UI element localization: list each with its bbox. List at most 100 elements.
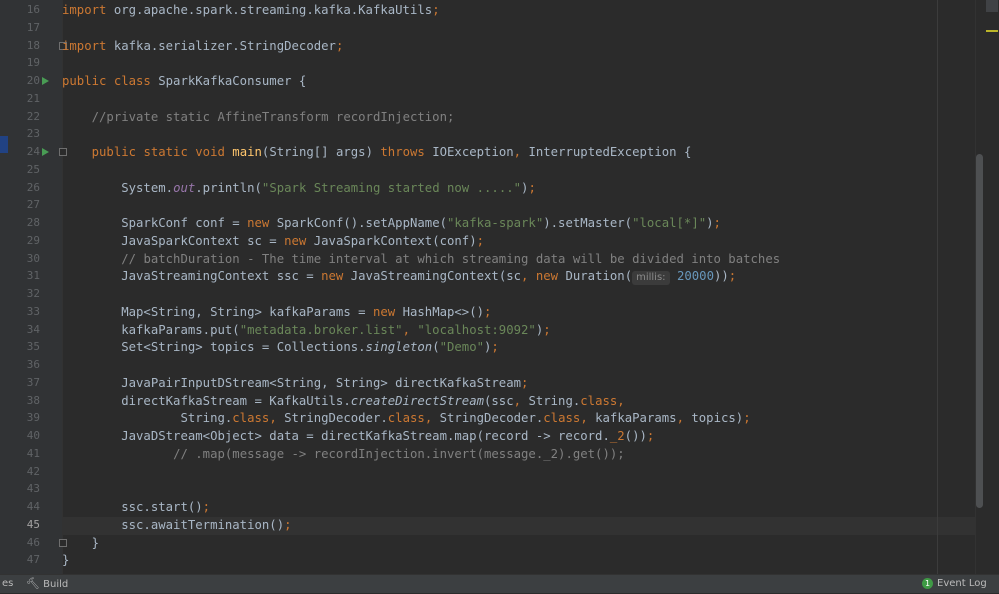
code-token: 20000 <box>676 269 714 284</box>
code-line[interactable]: import kafka.serializer.StringDecoder; <box>62 37 343 55</box>
code-token: , <box>521 269 536 284</box>
code-token: , <box>617 393 625 408</box>
code-token: StringDecoder. <box>439 411 544 426</box>
code-token: ; <box>284 517 292 532</box>
inspection-indicator[interactable] <box>986 0 998 12</box>
code-token: Map<String, String> kafkaParams = <box>62 304 373 319</box>
code-token: , <box>513 145 529 159</box>
code-token: ; <box>543 322 551 337</box>
code-line[interactable]: System.out.println("Spark Streaming star… <box>62 179 536 197</box>
code-token: "localhost:9092" <box>417 322 536 337</box>
code-token: import <box>62 3 114 17</box>
line-number: 26 <box>26 180 40 194</box>
run-gutter-icon[interactable] <box>42 148 49 156</box>
code-token: , <box>513 393 529 408</box>
code-token: import <box>62 38 114 53</box>
code-token: ).setMaster( <box>543 216 633 230</box>
line-number: 17 <box>26 20 40 34</box>
code-token: , <box>676 411 692 426</box>
line-number-gutter: 16 17 18 19 20 21 22 23 24 25 26 27 28 29 30 31 32 33 34 35… <box>8 0 67 574</box>
code-token: new <box>247 216 277 230</box>
code-token: Set<String> topics = Collections. <box>62 340 366 355</box>
line-number: 30 <box>26 251 40 265</box>
code-line[interactable]: Set<String> topics = Collections.singlet… <box>62 338 499 356</box>
code-token: org.apache.spark.streaming.kafka.KafkaUt… <box>113 3 433 17</box>
code-line[interactable]: // .map(message -> recordInjection.inver… <box>62 445 625 463</box>
event-log-tab[interactable]: 1 Event Log <box>922 575 987 593</box>
code-token: (ssc <box>484 393 514 408</box>
code-line[interactable]: import org.apache.spark.streaming.kafka.… <box>62 1 440 19</box>
code-line[interactable]: SparkConf conf = new SparkConf().setAppN… <box>62 214 721 232</box>
code-token: JavaPairInputDStream<String, String> dir… <box>62 375 522 390</box>
scrollbar-thumb[interactable] <box>976 154 983 508</box>
code-token: SparkConf conf = <box>62 216 248 230</box>
code-token: class <box>580 393 618 408</box>
code-token: ; <box>491 340 499 355</box>
scroll-marker[interactable] <box>986 30 998 32</box>
code-token: SparkConf().setAppName( <box>276 216 447 230</box>
line-number: 19 <box>26 56 40 70</box>
code-line[interactable]: String.class, StringDecoder.class, Strin… <box>62 409 750 427</box>
line-number: 38 <box>26 393 40 407</box>
code-token: //private static AffineTransform recordI… <box>91 109 455 124</box>
code-line[interactable]: JavaPairInputDStream<String, String> dir… <box>62 374 528 392</box>
line-number: 42 <box>26 464 40 478</box>
line-number: 44 <box>26 500 40 513</box>
build-tab[interactable]: 🔨︎ Build <box>26 575 68 593</box>
code-line[interactable]: kafkaParams.put("metadata.broker.list", … <box>62 321 551 339</box>
line-number: 22 <box>26 109 40 123</box>
code-token: class <box>543 411 581 426</box>
code-line[interactable]: directKafkaStream = KafkaUtils.createDir… <box>62 392 625 410</box>
run-gutter-icon[interactable] <box>42 77 49 85</box>
code-token: String. <box>62 411 233 426</box>
code-line[interactable]: public static void main(String[] args) t… <box>62 143 692 161</box>
code-token: HashMap<>() <box>402 304 485 319</box>
code-token: createDirectStream <box>350 393 484 408</box>
code-token: new <box>321 269 351 284</box>
code-line[interactable]: // batchDuration - The time interval at … <box>62 250 780 268</box>
code-token: , <box>269 411 285 426</box>
code-token: class <box>387 411 425 426</box>
line-number: 41 <box>26 446 40 460</box>
code-line[interactable]: JavaSparkContext sc = new JavaSparkConte… <box>62 232 484 250</box>
code-token: "Spark Streaming started now ....." <box>261 180 522 195</box>
code-token: public static void <box>91 145 233 159</box>
code-line[interactable]: JavaStreamingContext ssc = new JavaStrea… <box>62 267 737 286</box>
code-area[interactable]: import org.apache.spark.streaming.kafka.… <box>62 0 975 574</box>
code-line[interactable]: ssc.start(); <box>62 498 210 516</box>
line-number: 21 <box>26 91 40 105</box>
code-line[interactable]: //private static AffineTransform recordI… <box>62 108 455 126</box>
code-token: , <box>580 411 596 426</box>
code-token: ; <box>432 3 440 17</box>
code-token: JavaStreamingContext(sc <box>350 269 522 284</box>
line-number: 20 <box>26 74 40 87</box>
line-number: 47 <box>26 553 40 567</box>
code-token: Duration( <box>565 269 633 284</box>
code-token: (String[] args) <box>261 145 381 159</box>
line-number: 43 <box>26 482 40 496</box>
code-line[interactable]: public class SparkKafkaConsumer { <box>62 72 306 90</box>
code-token: } <box>62 553 70 568</box>
code-token: JavaSparkContext sc = <box>62 233 285 248</box>
line-number: 34 <box>26 322 40 336</box>
code-line[interactable]: Map<String, String> kafkaParams = new Ha… <box>62 303 491 321</box>
code-editor[interactable]: 16 17 18 19 20 21 22 23 24 25 26 27 28 29 30 31 32 33 34 35… <box>0 0 999 574</box>
truncated-tool-tab[interactable]: es <box>2 575 13 593</box>
line-number: 46 <box>26 535 40 549</box>
code-token: ; <box>713 216 721 230</box>
code-token: ) <box>706 216 714 230</box>
code-token: ; <box>476 233 485 248</box>
code-token: StringDecoder. <box>284 411 388 426</box>
code-token: "Demo" <box>439 340 485 355</box>
code-line[interactable]: ssc.awaitTermination(); <box>62 516 292 534</box>
code-line[interactable]: } <box>62 551 69 569</box>
code-line[interactable]: JavaDStream<Object> data = directKafkaSt… <box>62 427 654 445</box>
code-token: ; <box>728 269 737 284</box>
line-number: 18 <box>26 38 40 52</box>
code-token: .println( <box>195 180 262 195</box>
right-margin-guide <box>937 0 938 574</box>
code-line[interactable]: } <box>62 534 99 552</box>
code-token: ; <box>528 180 536 195</box>
